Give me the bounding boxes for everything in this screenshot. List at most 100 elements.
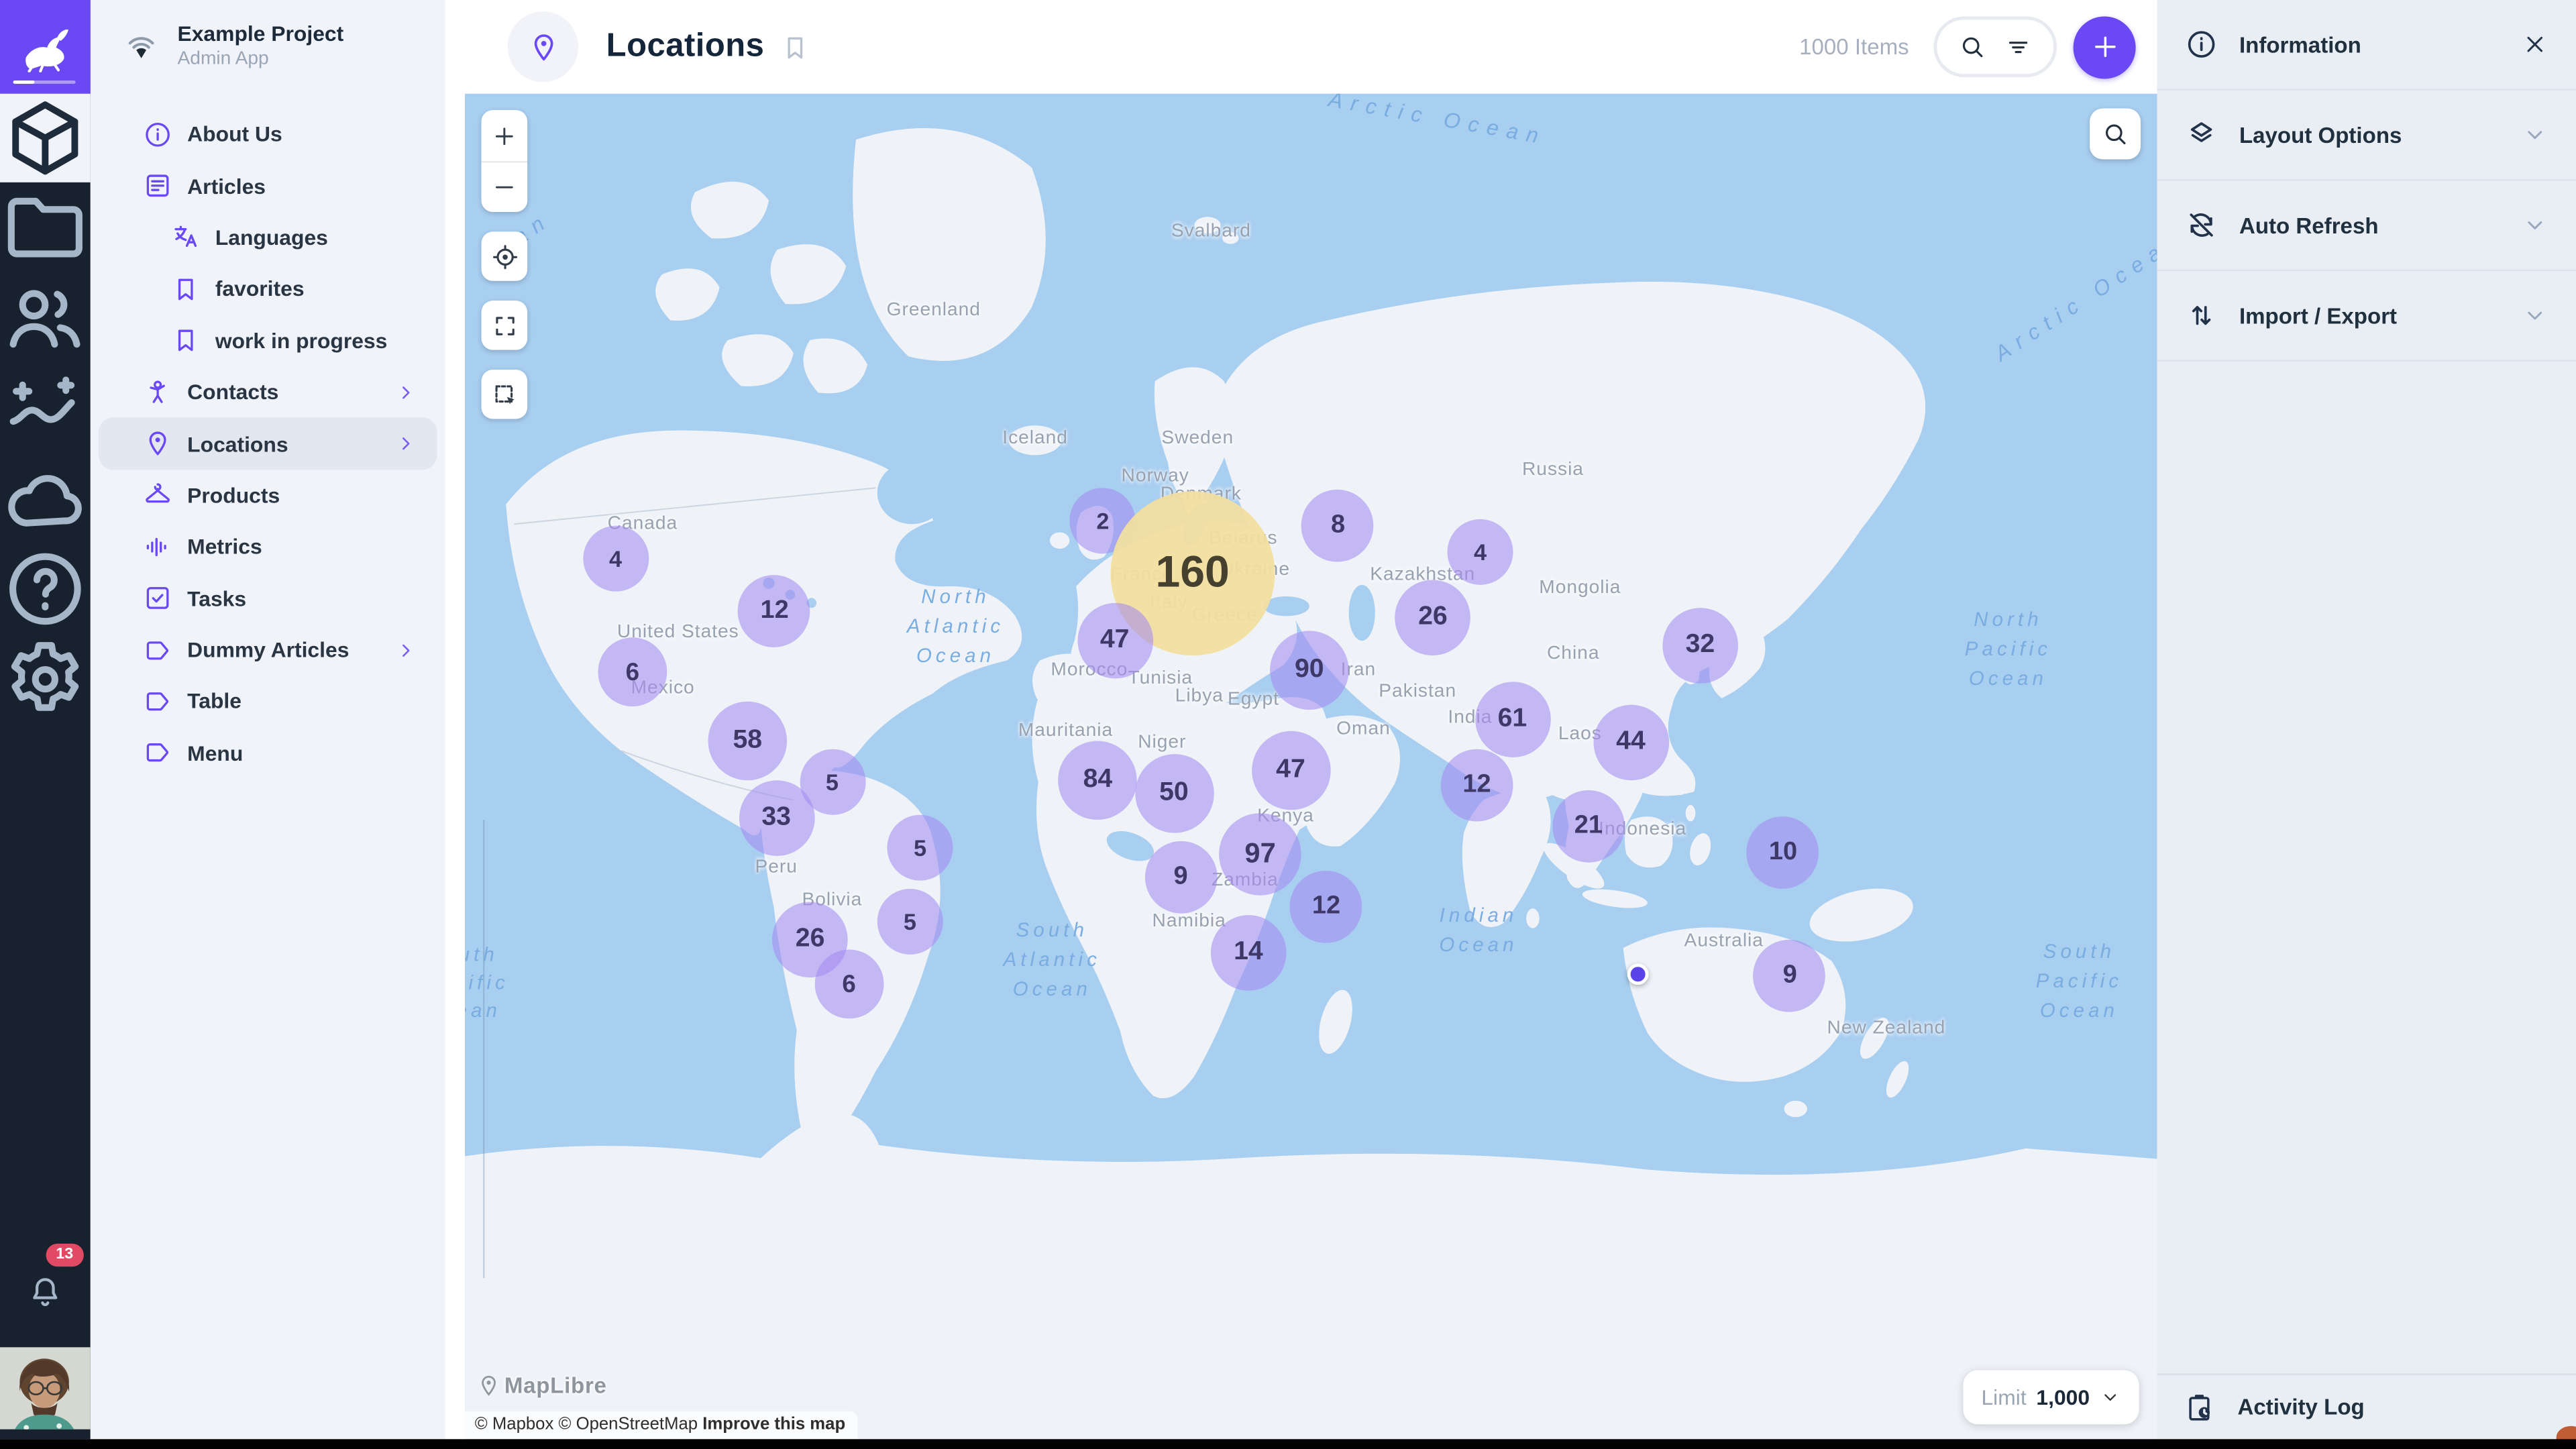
panel-section-label: Information [2239, 32, 2361, 57]
pin-icon [143, 429, 172, 458]
country-label: Svalbard [1171, 221, 1251, 240]
sidebar-item-favorites[interactable]: favorites [99, 263, 437, 315]
map-cluster[interactable]: 47 [1077, 604, 1152, 680]
box-select-button[interactable] [482, 370, 528, 419]
info-icon [143, 119, 172, 149]
close-icon[interactable] [2522, 32, 2548, 58]
translate-icon [171, 223, 201, 252]
map-cluster[interactable]: 9 [1754, 940, 1826, 1012]
module-insights-icon[interactable] [0, 363, 91, 453]
map-cluster[interactable]: 10 [1747, 816, 1819, 889]
sidebar-item-dummy-articles[interactable]: Dummy Articles [99, 624, 437, 676]
map-canvas[interactable]: Arctic OceanArctic OceananNorthAtlanticO… [465, 94, 2157, 1440]
chevron-down-icon [2522, 121, 2548, 148]
collection-badge [508, 11, 578, 82]
user-avatar[interactable] [0, 1347, 91, 1429]
search-icon[interactable] [1958, 33, 1986, 61]
zoom-in-button[interactable] [482, 110, 528, 161]
sidebar-item-contacts[interactable]: Contacts [99, 366, 437, 418]
map-graticule-line [483, 820, 484, 1278]
map-cluster[interactable]: 90 [1270, 630, 1349, 709]
map-cluster[interactable]: 32 [1662, 608, 1738, 684]
app-root: 13 Example Project A [0, 0, 2576, 1449]
filter-icon[interactable] [2004, 33, 2033, 61]
map-cluster[interactable]: 84 [1059, 741, 1138, 820]
activity-log-label: Activity Log [2238, 1395, 2365, 1419]
sidebar-item-label: Tasks [187, 586, 246, 611]
map-cluster[interactable]: 5 [888, 816, 953, 881]
country-label: Australia [1684, 931, 1764, 951]
map-cluster[interactable]: 26 [1395, 579, 1471, 655]
panel-section-information[interactable]: Information [2157, 0, 2576, 91]
sidebar-item-languages[interactable]: Languages [99, 211, 437, 263]
sidebar-item-about-us[interactable]: About Us [99, 109, 437, 160]
ocean-label: IndianOcean [1439, 901, 1517, 960]
map-cluster[interactable]: 97 [1219, 813, 1301, 895]
map-cluster[interactable]: 6 [598, 638, 667, 707]
sidebar-item-locations[interactable]: Locations [99, 418, 437, 470]
sidebar-item-label: Articles [187, 174, 266, 199]
map-cluster[interactable]: 4 [583, 525, 649, 591]
bookmark-icon [171, 326, 201, 356]
map-cluster[interactable]: 14 [1211, 916, 1287, 991]
country-label: Namibia [1152, 911, 1226, 930]
zoom-in-icon [491, 122, 517, 148]
sidebar-item-menu[interactable]: Menu [99, 727, 437, 779]
map-cluster[interactable]: 6 [814, 950, 883, 1019]
notifications-button[interactable]: 13 [0, 1258, 91, 1324]
map-cluster[interactable]: 5 [877, 888, 943, 954]
panel-section-layout-options[interactable]: Layout Options [2157, 91, 2576, 181]
add-item-button[interactable] [2074, 15, 2136, 78]
map-cluster[interactable]: 5 [799, 750, 865, 816]
map-cluster[interactable]: 47 [1251, 731, 1330, 810]
country-label: Niger [1138, 733, 1186, 752]
project-header[interactable]: Example Project Admin App [91, 0, 445, 94]
app-logo[interactable] [0, 0, 91, 94]
panel-section-auto-refresh[interactable]: Auto Refresh [2157, 180, 2576, 271]
map-search-button[interactable] [2090, 109, 2141, 160]
module-bar: 13 [0, 0, 91, 1439]
map-cluster[interactable]: 4 [1448, 520, 1513, 586]
sidebar-item-articles[interactable]: Articles [99, 160, 437, 212]
sidebar-item-label: About Us [187, 122, 282, 147]
chevron-right-icon [394, 380, 417, 403]
map-cluster[interactable]: 12 [739, 576, 811, 648]
module-folder-icon[interactable] [0, 182, 91, 273]
box-select-icon [490, 380, 519, 409]
module-settings-icon[interactable] [0, 634, 91, 724]
panel-section-import-export[interactable]: Import / Export [2157, 271, 2576, 362]
fullscreen-button[interactable] [482, 301, 528, 350]
map-cluster[interactable]: 21 [1552, 791, 1625, 863]
map-point-marker[interactable] [1627, 964, 1648, 985]
module-cube-icon[interactable] [0, 94, 91, 182]
map-cluster[interactable]: 50 [1134, 754, 1214, 833]
map-cluster[interactable]: 58 [708, 702, 788, 781]
country-label: Tunisia [1128, 669, 1193, 688]
map-cluster[interactable]: 44 [1593, 704, 1669, 780]
equalizer-icon [143, 532, 172, 561]
sidebar-item-label: Contacts [187, 380, 278, 405]
bookmark-title-button[interactable] [781, 32, 810, 62]
country-label: Mongolia [1539, 578, 1621, 597]
limit-dropdown[interactable]: Limit 1,000 [1964, 1370, 2139, 1424]
ocean-label: SouthAtlanticOcean [1004, 916, 1101, 1004]
sidebar-item-tasks[interactable]: Tasks [99, 573, 437, 625]
locate-button[interactable] [482, 231, 528, 280]
zoom-out-button[interactable] [482, 161, 528, 212]
module-cloud-icon[interactable] [0, 453, 91, 544]
map-cluster[interactable]: 8 [1302, 490, 1375, 562]
map-cluster[interactable]: 12 [1441, 749, 1513, 822]
sidebar-item-work-in-progress[interactable]: work in progress [99, 315, 437, 366]
locate-icon [490, 242, 519, 270]
sidebar-item-table[interactable]: Table [99, 676, 437, 727]
country-label: Norway [1122, 466, 1189, 486]
map-cluster[interactable]: 12 [1290, 870, 1362, 943]
sidebar-item-metrics[interactable]: Metrics [99, 521, 437, 573]
module-people-icon[interactable] [0, 273, 91, 364]
sidebar-item-products[interactable]: Products [99, 470, 437, 521]
map-cluster[interactable]: 61 [1474, 682, 1550, 757]
activity-log-button[interactable]: Activity Log [2157, 1373, 2576, 1439]
module-help-icon[interactable] [0, 544, 91, 635]
improve-map-link[interactable]: Improve this map [702, 1415, 845, 1434]
map-cluster[interactable]: 9 [1144, 841, 1217, 913]
